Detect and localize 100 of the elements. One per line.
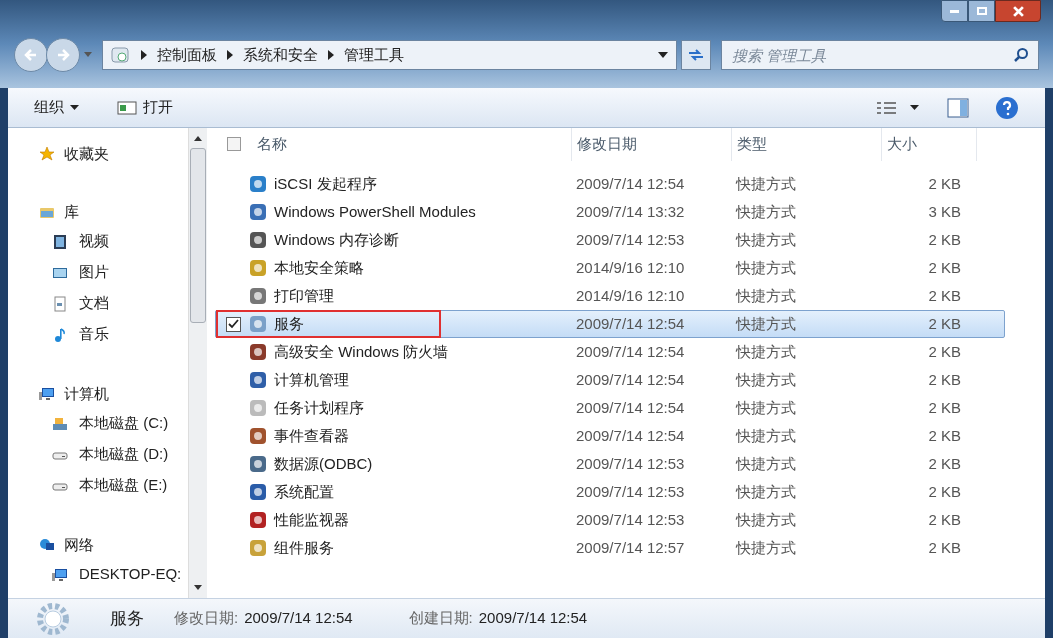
file-name: iSCSI 发起程序 <box>274 173 378 194</box>
file-row[interactable]: 本地安全策略 2014/9/16 12:10 快捷方式 2 KB <box>215 254 1005 282</box>
file-row[interactable]: Windows 内存诊断 2009/7/14 12:53 快捷方式 2 KB <box>215 226 1005 254</box>
chevron-right-icon <box>140 50 147 60</box>
sidebar-item[interactable]: 本地磁盘 (E:) <box>8 470 188 501</box>
file-row[interactable]: 计算机管理 2009/7/14 12:54 快捷方式 2 KB <box>215 366 1005 394</box>
file-row[interactable]: 高级安全 Windows 防火墙 2009/7/14 12:54 快捷方式 2 KB <box>215 338 1005 366</box>
file-row[interactable]: 数据源(ODBC) 2009/7/14 12:53 快捷方式 2 KB <box>215 450 1005 478</box>
back-button[interactable] <box>14 38 48 72</box>
file-name: 性能监视器 <box>274 509 350 530</box>
file-size: 2 KB <box>927 369 961 390</box>
file-type: 快捷方式 <box>734 509 797 530</box>
file-name: 数据源(ODBC) <box>274 453 374 474</box>
minimize-button[interactable] <box>941 0 968 22</box>
sidebar-item[interactable]: 音乐 <box>8 319 188 350</box>
help-icon[interactable] <box>995 95 1019 120</box>
preview-pane-icon[interactable] <box>947 97 969 118</box>
drive-icon <box>51 415 69 432</box>
breadcrumb-item[interactable]: 控制面板 <box>156 43 217 67</box>
breadcrumb-item[interactable]: 系统和安全 <box>242 43 318 67</box>
sidebar-item[interactable]: 收藏夹 <box>8 140 188 168</box>
film-icon <box>51 233 69 250</box>
search-icon[interactable] <box>1013 47 1029 63</box>
shortcut-icon <box>248 258 268 278</box>
file-size: 2 KB <box>927 313 961 334</box>
column-header[interactable]: 名称 <box>252 127 572 161</box>
file-row[interactable]: 性能监视器 2009/7/14 12:53 快捷方式 2 KB <box>215 506 1005 534</box>
shortcut-icon <box>248 314 268 334</box>
caret-icon[interactable] <box>910 105 919 110</box>
sidebar-item[interactable]: 文档 <box>8 288 188 319</box>
file-type: 快捷方式 <box>734 173 797 194</box>
file-type: 快捷方式 <box>734 425 797 446</box>
sidebar-item[interactable]: 本地磁盘 (C:) <box>8 408 188 439</box>
search-field[interactable]: 搜索 管理工具 <box>721 40 1039 70</box>
shortcut-icon <box>248 398 268 418</box>
file-type: 快捷方式 <box>734 453 797 474</box>
shortcut-icon <box>248 538 268 558</box>
open-button[interactable]: 打开 <box>117 96 173 119</box>
file-row[interactable]: 打印管理 2014/9/16 12:10 快捷方式 2 KB <box>215 282 1005 310</box>
select-all-checkbox[interactable] <box>226 137 241 151</box>
file-row[interactable]: 服务 2009/7/14 12:54 快捷方式 2 KB <box>215 310 1005 338</box>
shortcut-icon <box>248 454 268 474</box>
address-bar[interactable]: 控制面板 系统和安全 管理工具 <box>101 40 678 70</box>
sidebar-item[interactable]: 图片 <box>8 257 188 288</box>
scrollbar[interactable] <box>188 128 207 598</box>
shortcut-icon <box>248 370 268 390</box>
details-label: 修改日期: <box>174 608 239 629</box>
sidebar-item[interactable]: 库 <box>8 198 188 226</box>
file-size: 2 KB <box>927 341 961 362</box>
file-row[interactable]: 系统配置 2009/7/14 12:53 快捷方式 2 KB <box>215 478 1005 506</box>
file-size: 3 KB <box>927 201 961 222</box>
file-row[interactable]: 任务计划程序 2009/7/14 12:54 快捷方式 2 KB <box>215 394 1005 422</box>
file-row[interactable]: 事件查看器 2009/7/14 12:54 快捷方式 2 KB <box>215 422 1005 450</box>
shortcut-icon <box>248 342 268 362</box>
sidebar-item[interactable]: 视频 <box>8 226 188 257</box>
file-row[interactable]: 组件服务 2009/7/14 12:57 快捷方式 2 KB <box>215 534 1005 562</box>
file-name: 事件查看器 <box>274 425 350 446</box>
modified-date: 2009/7/14 12:54 <box>575 341 686 362</box>
file-size: 2 KB <box>927 229 961 250</box>
breadcrumb-item[interactable]: 管理工具 <box>343 43 404 67</box>
column-header[interactable]: 修改日期 <box>572 127 732 161</box>
file-type: 快捷方式 <box>734 397 797 418</box>
scroll-down-icon[interactable] <box>194 585 202 590</box>
modified-date: 2009/7/14 12:53 <box>575 481 686 502</box>
file-size: 2 KB <box>927 509 961 530</box>
modified-date: 2009/7/14 12:54 <box>575 397 686 418</box>
organize-button[interactable]: 组织 <box>34 96 79 119</box>
dropdown-arrow-icon <box>83 52 92 58</box>
column-header[interactable]: 大小 <box>882 127 977 161</box>
column-header[interactable]: 类型 <box>732 127 882 161</box>
scroll-up-icon[interactable] <box>194 136 202 141</box>
file-row[interactable]: Windows PowerShell Modules 2009/7/14 13:32 快捷方式 3 KB <box>215 198 1005 226</box>
file-name: 服务 <box>274 313 305 334</box>
forward-button[interactable] <box>45 38 80 72</box>
details-value: 2009/7/14 12:54 <box>478 608 588 629</box>
modified-date: 2009/7/14 13:32 <box>575 201 686 222</box>
file-row[interactable]: iSCSI 发起程序 2009/7/14 12:54 快捷方式 2 KB <box>215 170 1005 198</box>
details-title: 服务 <box>110 607 144 630</box>
modified-date: 2014/9/16 12:10 <box>575 285 686 306</box>
file-size: 2 KB <box>927 173 961 194</box>
view-list-icon[interactable] <box>876 100 898 115</box>
file-type: 快捷方式 <box>734 369 797 390</box>
maximize-button[interactable] <box>968 0 995 22</box>
sidebar-item[interactable]: DESKTOP-EQ: <box>8 559 188 590</box>
refresh-button[interactable] <box>681 40 711 70</box>
sidebar-item[interactable]: 本地磁盘 (D:) <box>8 439 188 470</box>
file-size: 2 KB <box>927 453 961 474</box>
checkbox[interactable] <box>225 316 241 332</box>
modified-date: 2009/7/14 12:53 <box>575 509 686 530</box>
dropdown-arrow-icon[interactable] <box>658 52 669 58</box>
sidebar-item[interactable]: 计算机 <box>8 380 188 408</box>
scrollbar-thumb[interactable] <box>190 148 206 323</box>
computer-icon <box>51 566 69 583</box>
star-icon <box>38 146 56 162</box>
close-button[interactable] <box>995 0 1041 22</box>
chevron-right-icon <box>327 50 334 60</box>
sidebar-item[interactable]: 网络 <box>8 531 188 559</box>
file-type: 快捷方式 <box>734 201 797 222</box>
window-icon <box>117 100 137 115</box>
file-size: 2 KB <box>927 397 961 418</box>
